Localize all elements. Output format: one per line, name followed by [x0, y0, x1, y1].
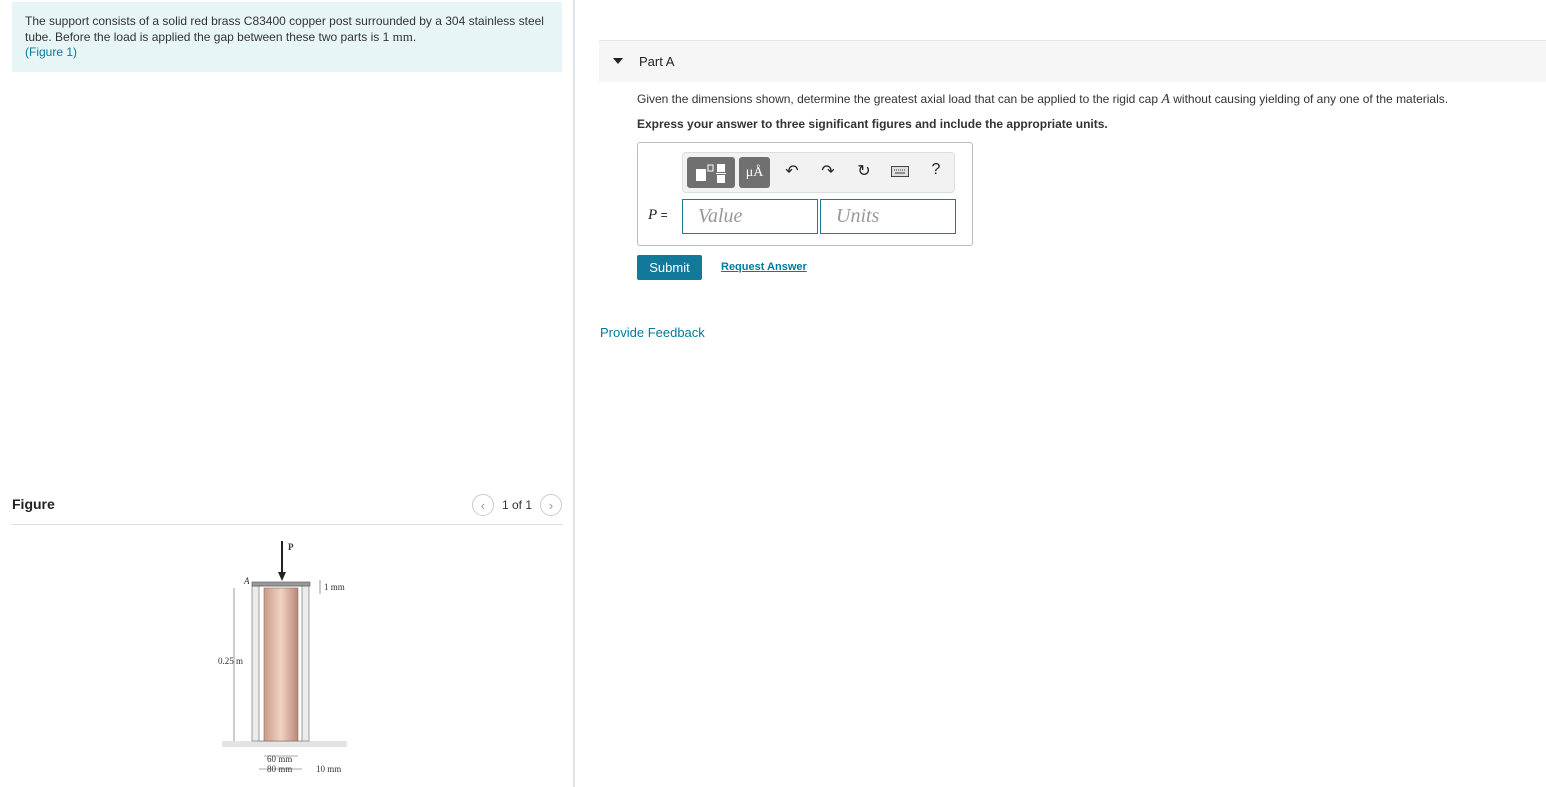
label-gap: 1 mm: [324, 582, 345, 592]
value-input[interactable]: [682, 199, 818, 234]
keyboard-icon[interactable]: [888, 164, 912, 182]
problem-unit: mm: [392, 29, 413, 44]
fraction-template-icon: [696, 163, 726, 183]
question-text: Given the dimensions shown, determine th…: [637, 92, 1448, 108]
problem-text: The support consists of a solid red bras…: [25, 14, 544, 44]
next-figure-button[interactable]: ›: [540, 494, 562, 516]
request-answer-link[interactable]: Request Answer: [721, 261, 807, 273]
rigid-cap: [251, 581, 311, 587]
math-toolbar: μÅ ↶ ↷ ↻ ?: [682, 152, 955, 193]
figure-link[interactable]: (Figure 1): [25, 45, 77, 59]
label-inner-diameter: 60 mm: [267, 754, 292, 764]
question-pre: Given the dimensions shown, determine th…: [637, 92, 1158, 106]
panel-divider[interactable]: [573, 0, 575, 787]
submit-button[interactable]: Submit: [637, 255, 702, 280]
label-p: P: [288, 542, 294, 552]
figure-header: Figure ‹ 1 of 1 ›: [12, 494, 562, 525]
prev-figure-button[interactable]: ‹: [471, 494, 494, 516]
copper-post: [263, 587, 299, 742]
undo-icon[interactable]: ↶: [780, 161, 804, 181]
help-button[interactable]: ?: [924, 161, 948, 179]
label-height: 0.25 m: [218, 656, 243, 666]
ground: [222, 741, 347, 747]
collapse-triangle-icon[interactable]: [613, 58, 623, 64]
figure-title: Figure: [12, 496, 55, 512]
answer-label: P =: [648, 207, 668, 223]
part-title: Part A: [639, 54, 675, 69]
units-input[interactable]: [820, 199, 956, 234]
units-button[interactable]: μÅ: [739, 157, 770, 188]
label-a: A: [243, 576, 250, 586]
reset-icon[interactable]: ↻: [852, 161, 876, 181]
instruction: Express your answer to three significant…: [637, 117, 1108, 131]
problem-suffix: .: [412, 30, 417, 44]
pager-text: 1 of 1: [501, 498, 532, 512]
figure-pager: ‹ 1 of 1 ›: [471, 494, 562, 516]
label-thickness: 10 mm: [316, 764, 341, 774]
problem-statement: The support consists of a solid red bras…: [12, 2, 562, 72]
figure-diagram: P A 1 mm 0.25 m 60 mm 80 mm 10 mm: [218, 541, 347, 774]
redo-icon[interactable]: ↷: [816, 161, 840, 181]
question-post: without causing yielding of any one of t…: [1173, 92, 1449, 106]
question-var: A: [1161, 92, 1170, 107]
part-a-header[interactable]: Part A: [599, 40, 1546, 82]
label-outer-diameter: 80 mm: [267, 764, 292, 774]
templates-button[interactable]: [687, 157, 735, 188]
provide-feedback-link[interactable]: Provide Feedback: [600, 325, 705, 340]
answer-box: μÅ ↶ ↷ ↻ ? P =: [637, 142, 973, 246]
